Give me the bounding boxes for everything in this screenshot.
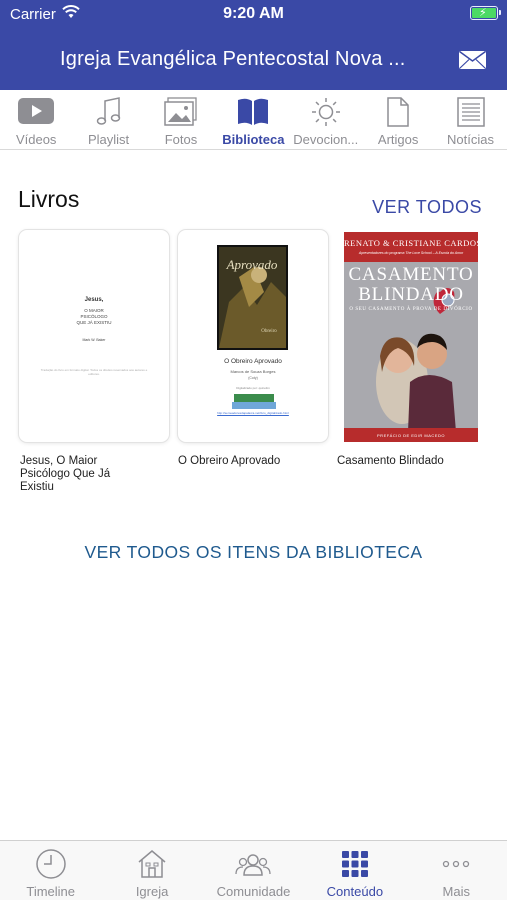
tab-playlist[interactable]: Playlist [72, 90, 144, 149]
book-title[interactable]: O Obreiro Aprovado [178, 455, 298, 468]
see-all-button[interactable]: VER TODOS [372, 197, 482, 218]
cover-author: Marcos de Souza Borges [230, 369, 276, 374]
tab-noticias[interactable]: Notícias [434, 90, 506, 149]
see-library-button[interactable]: VER TODOS OS ITENS DA BIBLIOTECA [0, 542, 507, 563]
cover-note: Tradução do livro em formato digital. To… [40, 368, 148, 376]
clock-icon [35, 849, 66, 879]
cover-top-band: RENATO & CRISTIANE CARDOSO Apresentadore… [344, 232, 486, 262]
bottom-tab-label: Igreja [135, 884, 169, 899]
cover-art: Aprovado Obreiro [219, 247, 286, 348]
cover-photo: CASAMENTO BLINDADO O SEU CASAMENTO À PRO… [344, 262, 478, 432]
app-screen: Carrier 9:20 AM ⚡ Igreja Evangélica Pent… [0, 0, 507, 900]
cover-footer: PREFÁCIO DE EDIR MACEDO [377, 433, 445, 438]
bottom-tab-timeline[interactable]: Timeline [0, 841, 101, 900]
cover-digitized: Digitalizado por: quinolim [236, 386, 270, 390]
tab-label: Fotos [164, 132, 198, 147]
people-icon [235, 854, 272, 876]
music-note-icon [96, 97, 120, 125]
book-cover-image: Aprovado Obreiro [217, 245, 288, 350]
envelope-icon[interactable] [458, 50, 487, 70]
svg-text:Obreiro: Obreiro [261, 329, 277, 334]
battery-icon: ⚡ [470, 6, 501, 20]
tab-devocionais[interactable]: Devocion... [290, 90, 362, 149]
cover-url: http://semeadoresdapalavra.net/livro_dig… [217, 411, 289, 415]
cover-lines: O MAIOR PSICÓLOGO QUE JÁ EXISTIU [76, 308, 112, 325]
tab-label: Artigos [377, 132, 419, 147]
cover-subtitle: Apresentadores do programa The Love Scho… [358, 251, 464, 255]
book-card[interactable]: RENATO & CRISTIANE CARDOSO Apresentadore… [336, 230, 486, 442]
cover-heading: Jesus, [84, 297, 104, 303]
cover-author: Mark W. Baker [82, 338, 106, 342]
play-icon [18, 98, 55, 124]
svg-text:Aprovado: Aprovado [226, 257, 278, 272]
book-card[interactable]: Jesus, O MAIOR PSICÓLOGO QUE JÁ EXISTIU … [19, 230, 169, 442]
newspaper-icon [456, 97, 485, 127]
content-tabs: Vídeos Playlist Fotos Biblioteca Devocio… [0, 90, 507, 150]
book-title[interactable]: Casamento Blindado [337, 455, 457, 468]
bottom-tab-mais[interactable]: Mais [406, 841, 507, 900]
cover-title-line2: BLINDADO [358, 284, 464, 305]
cover-tagline: O SEU CASAMENTO À PROVA DE DIVÓRCIO [349, 307, 473, 312]
tab-label: Biblioteca [222, 132, 285, 147]
status-time: 9:20 AM [223, 5, 284, 22]
cover-nickname: (Coty) [248, 376, 258, 380]
book-title[interactable]: Jesus, O Maior Psicólogo Que Já Existiu [20, 455, 140, 494]
bottom-tab-label: Mais [442, 884, 470, 899]
photos-icon [164, 97, 197, 126]
book-icon [238, 98, 269, 125]
tab-videos[interactable]: Vídeos [0, 90, 72, 149]
grid-icon [341, 851, 368, 877]
document-icon [387, 97, 409, 127]
stamp-graphic [232, 402, 276, 409]
cover-caption: O Obreiro Aprovado [224, 358, 282, 365]
section-title: Livros [18, 186, 80, 212]
book-card[interactable]: Aprovado Obreiro O Obreiro Aprovado Marc… [178, 230, 328, 442]
cover-title-line1: CASAMENTO [348, 264, 474, 285]
tab-fotos[interactable]: Fotos [145, 90, 217, 149]
bottom-tab-comunidade[interactable]: Comunidade [203, 841, 304, 900]
more-icon [443, 860, 470, 868]
bottom-tab-bar: Timeline Igreja Comunidade Conteúdo Mais [0, 840, 507, 900]
tab-label: Vídeos [15, 132, 57, 147]
page-title: Igreja Evangélica Pentecostal Nova ... [60, 48, 406, 70]
navigation-header: Carrier 9:20 AM ⚡ Igreja Evangélica Pent… [0, 0, 507, 90]
tab-label: Playlist [87, 132, 130, 147]
church-icon [138, 850, 166, 878]
tab-label: Notícias [447, 132, 495, 147]
bottom-tab-label: Timeline [26, 884, 76, 899]
cover-footer-band: PREFÁCIO DE EDIR MACEDO [344, 428, 478, 442]
bottom-tab-label: Conteúdo [326, 884, 384, 899]
bottom-tab-igreja[interactable]: Igreja [101, 841, 202, 900]
bottom-tab-conteudo[interactable]: Conteúdo [304, 841, 405, 900]
bottom-tab-label: Comunidade [216, 884, 291, 899]
cover-authors: RENATO & CRISTIANE CARDOSO [344, 238, 486, 248]
tab-artigos[interactable]: Artigos [362, 90, 434, 149]
tab-biblioteca[interactable]: Biblioteca [217, 90, 289, 149]
tab-label: Devocion... [293, 132, 359, 147]
status-bar: Carrier 9:20 AM ⚡ [0, 0, 507, 28]
sun-icon [311, 98, 340, 126]
